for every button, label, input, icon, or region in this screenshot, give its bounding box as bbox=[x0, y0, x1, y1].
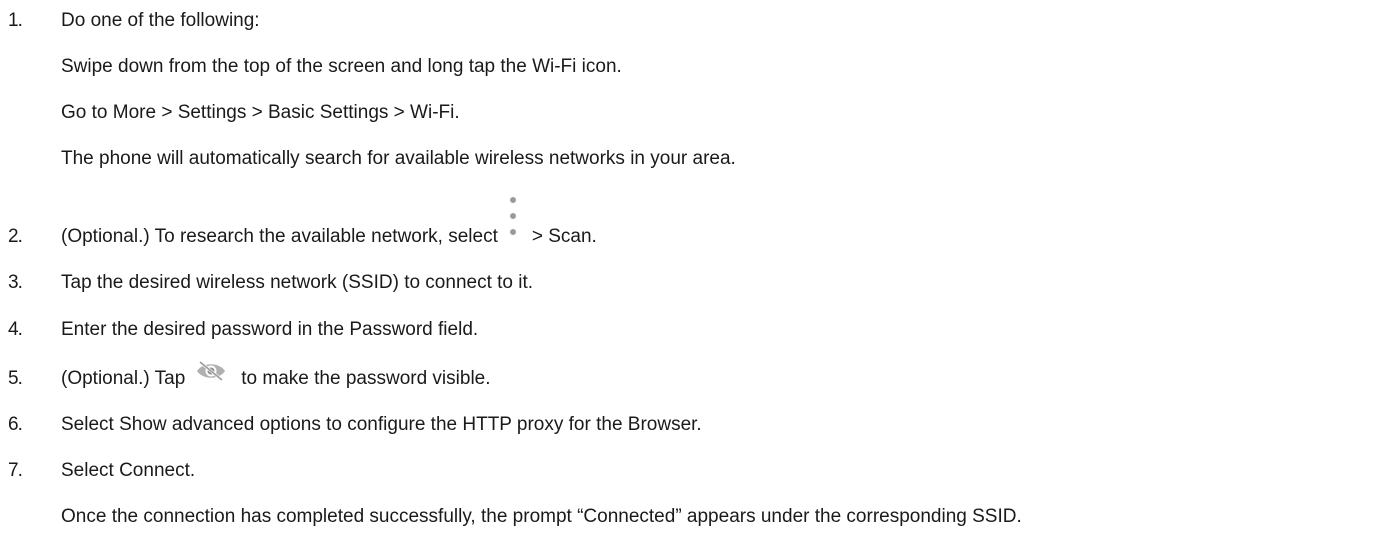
step-number: 3. bbox=[8, 272, 23, 293]
step-text: Select Connect. bbox=[61, 460, 196, 481]
step-number: 7. bbox=[8, 460, 23, 481]
more-vertical-icon bbox=[508, 195, 518, 255]
step-text: (Optional.) To research the available ne… bbox=[61, 197, 597, 267]
step-number: 2. bbox=[8, 226, 23, 247]
substep-text: Go to More > Settings > Basic Settings >… bbox=[61, 102, 460, 123]
step-number: 1. bbox=[8, 10, 23, 31]
step-number: 6. bbox=[8, 414, 23, 435]
step-text: Select Show advanced options to configur… bbox=[61, 414, 702, 435]
instructions-document: 1. Do one of the following: Swipe down f… bbox=[0, 0, 1400, 538]
substep-text: Swipe down from the top of the screen an… bbox=[61, 56, 622, 77]
step-text: Do one of the following: bbox=[61, 10, 260, 31]
step-text: (Optional.) Tap to make the password vis… bbox=[61, 360, 491, 390]
menu-dot bbox=[509, 229, 516, 235]
menu-dot bbox=[509, 197, 516, 203]
step-number: 5. bbox=[8, 368, 23, 389]
step-text-after-icon: to make the password visible. bbox=[241, 368, 491, 389]
eye-visibility-icon bbox=[195, 360, 227, 382]
step-text: Tap the desired wireless network (SSID) … bbox=[61, 272, 534, 293]
step-text-before-icon: (Optional.) Tap bbox=[61, 368, 186, 389]
step-text: Enter the desired password in the Passwo… bbox=[61, 319, 479, 340]
step-number: 4. bbox=[8, 319, 23, 340]
substep-text: The phone will automatically search for … bbox=[61, 148, 736, 169]
substep-text: Once the connection has completed succes… bbox=[61, 506, 1022, 527]
step-text-before-icon: (Optional.) To research the available ne… bbox=[61, 226, 498, 247]
step-text-after-icon: > Scan. bbox=[531, 226, 597, 247]
menu-dot bbox=[509, 213, 516, 219]
